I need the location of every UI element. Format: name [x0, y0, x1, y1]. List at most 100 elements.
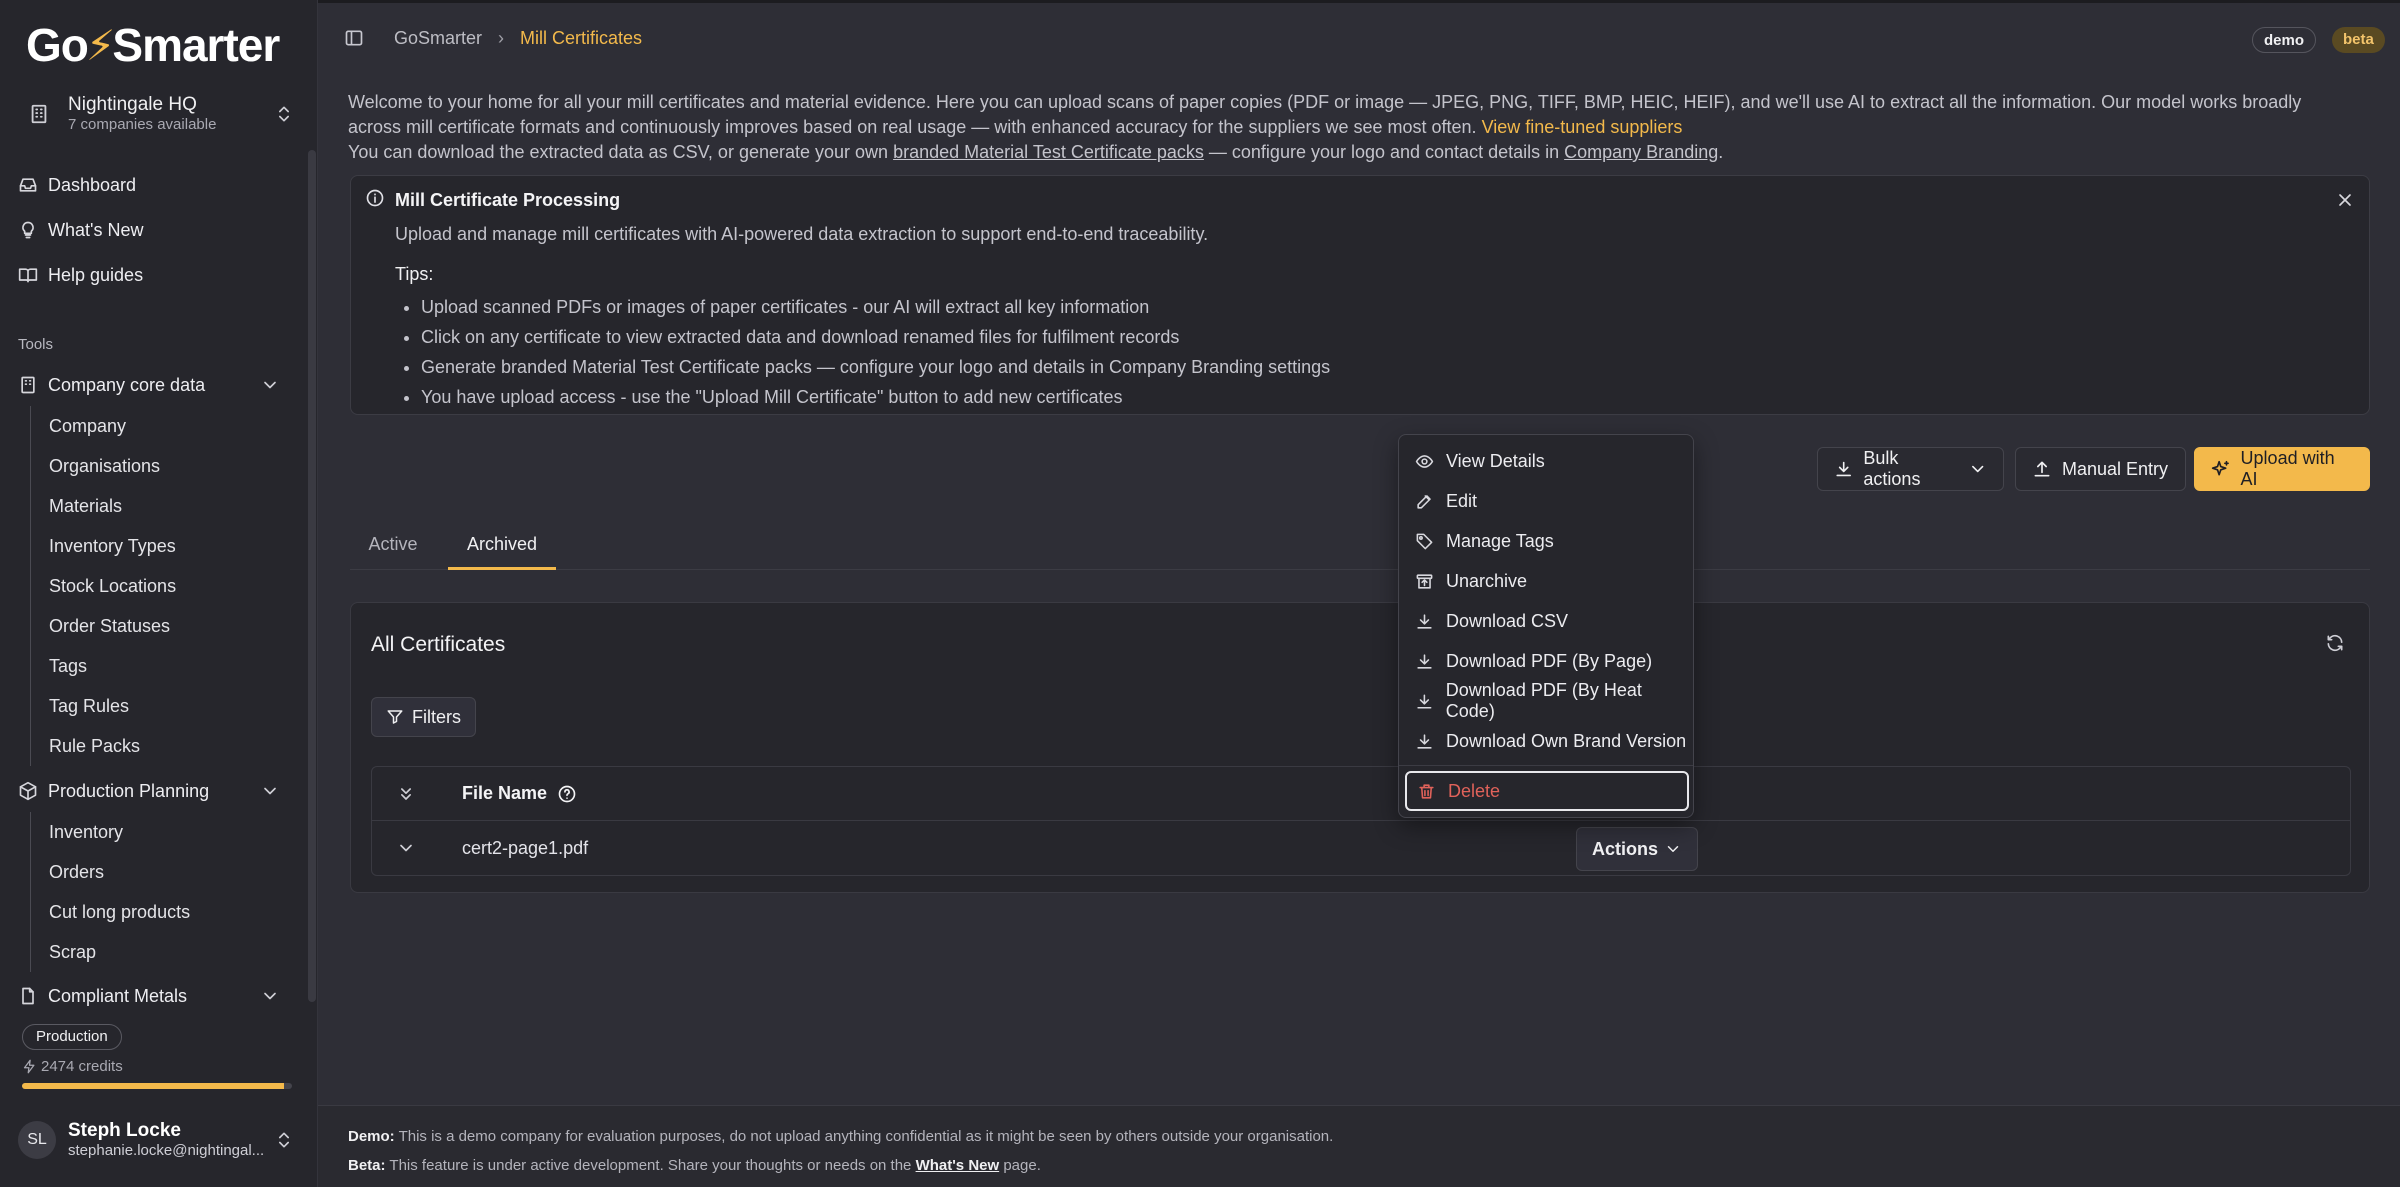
company-branding-link[interactable]: Company Branding: [1564, 142, 1718, 162]
help-circle-icon[interactable]: [557, 784, 577, 804]
menu-unarchive[interactable]: Unarchive: [1399, 561, 1693, 601]
nav-dashboard[interactable]: Dashboard: [18, 168, 136, 202]
filters-button[interactable]: Filters: [371, 697, 476, 737]
info-icon: [366, 189, 384, 207]
sidebar-item-cut-long-products[interactable]: Cut long products: [31, 892, 190, 932]
menu-download-csv-label: Download CSV: [1446, 610, 1569, 631]
filters-label: Filters: [412, 706, 461, 727]
nav-group-production-planning-label: Production Planning: [48, 780, 210, 801]
tag-icon: [1416, 533, 1433, 549]
beta-notice-label: Beta:: [348, 1157, 386, 1174]
close-icon[interactable]: [2335, 190, 2355, 210]
upload-icon: [2034, 461, 2050, 477]
app-logo[interactable]: Go ⚡ Smarter: [26, 18, 280, 72]
sidebar-item-order-statuses[interactable]: Order Statuses: [31, 606, 176, 646]
menu-download-pdf-by-page-label: Download PDF (By Page): [1446, 650, 1653, 671]
org-switcher[interactable]: Nightingale HQ 7 companies available: [18, 92, 300, 136]
package-icon: [19, 781, 37, 801]
breadcrumb-separator: ›: [498, 28, 505, 48]
menu-edit-label: Edit: [1446, 490, 1478, 511]
refresh-icon[interactable]: [2325, 633, 2345, 653]
sidebar-item-inventory[interactable]: Inventory: [31, 812, 190, 852]
tab-archived[interactable]: Archived: [448, 522, 556, 570]
certificates-table: File Name cert2-page1.pdf Actions: [371, 766, 2351, 876]
manual-entry-button[interactable]: Manual Entry: [2015, 447, 2186, 491]
sidebar-item-orders[interactable]: Orders: [31, 852, 190, 892]
menu-divider: [1399, 765, 1693, 766]
inbox-icon: [19, 178, 37, 192]
chevrons-down-icon[interactable]: [396, 784, 416, 804]
top-bar: GoSmarter › Mill Certificates demo beta: [318, 0, 2400, 74]
beta-badge: beta: [2332, 27, 2385, 53]
edit-icon: [1417, 494, 1431, 509]
menu-download-pdf-by-page[interactable]: Download PDF (By Page): [1399, 641, 1693, 681]
menu-manage-tags-label: Manage Tags: [1446, 530, 1554, 551]
breadcrumb-current: Mill Certificates: [520, 28, 643, 48]
logo-text-go: Go: [26, 19, 89, 71]
nav-group-production-planning[interactable]: Production Planning: [18, 774, 290, 808]
menu-unarchive-label: Unarchive: [1446, 570, 1528, 591]
menu-download-csv[interactable]: Download CSV: [1399, 601, 1693, 641]
menu-view-details[interactable]: View Details: [1399, 441, 1693, 481]
sidebar-toggle-icon[interactable]: [344, 28, 364, 48]
sidebar-item-scrap[interactable]: Scrap: [31, 932, 190, 972]
nav-help-guides[interactable]: Help guides: [18, 258, 143, 292]
nav-whats-new-label: What's New: [48, 219, 144, 240]
download-icon: [1417, 613, 1432, 629]
intro-text: Welcome to your home for all your mill c…: [348, 90, 2308, 165]
credits-progress-bar: [22, 1083, 292, 1089]
column-file-name-label: File Name: [462, 783, 548, 803]
sidebar-item-inventory-types[interactable]: Inventory Types: [31, 526, 176, 566]
card-title: All Certificates: [371, 633, 506, 656]
sidebar-item-rule-packs[interactable]: Rule Packs: [31, 726, 176, 766]
breadcrumb: GoSmarter › Mill Certificates: [394, 28, 642, 49]
row-actions-label: Actions: [1591, 838, 1658, 859]
tab-active[interactable]: Active: [350, 522, 436, 570]
branded-packs-link[interactable]: branded Material Test Certificate packs: [893, 142, 1204, 162]
sidebar-item-organisations[interactable]: Organisations: [31, 446, 176, 486]
user-menu[interactable]: SL Steph Locke stephanie.locke@nightinga…: [18, 1116, 300, 1164]
breadcrumb-root[interactable]: GoSmarter: [394, 28, 482, 49]
sparkles-icon: [2211, 460, 2229, 476]
book-open-icon: [18, 268, 38, 283]
beta-notice-text: This feature is under active development…: [389, 1157, 912, 1174]
demo-notice-label: Demo:: [348, 1128, 395, 1145]
sidebar-item-materials[interactable]: Materials: [31, 486, 176, 526]
filter-icon: [387, 710, 403, 724]
menu-download-own-brand[interactable]: Download Own Brand Version: [1399, 721, 1693, 761]
sidebar-item-company[interactable]: Company: [31, 406, 176, 446]
fine-tuned-suppliers-link[interactable]: View fine-tuned suppliers: [1482, 117, 1683, 137]
sidebar-scrollbar[interactable]: [308, 150, 316, 1002]
bulk-actions-button[interactable]: Bulk actions: [1817, 447, 2004, 491]
eye-icon: [1415, 454, 1434, 468]
org-name: Nightingale HQ: [68, 94, 197, 115]
user-name: Steph Locke: [68, 1120, 181, 1141]
row-file-name[interactable]: cert2-page1.pdf: [462, 838, 588, 859]
menu-edit[interactable]: Edit: [1399, 481, 1693, 521]
sidebar: Go ⚡ Smarter Nightingale HQ 7 companies av…: [0, 0, 318, 1187]
menu-delete[interactable]: Delete: [1405, 771, 1689, 811]
logo-text-smarter: Smarter: [112, 19, 280, 71]
row-actions-button[interactable]: Actions: [1576, 827, 1698, 871]
menu-view-details-label: View Details: [1446, 450, 1545, 471]
production-planning-list: Inventory Orders Cut long products Scrap: [30, 812, 190, 972]
upload-with-ai-button[interactable]: Upload with AI: [2194, 447, 2370, 491]
table-row[interactable]: cert2-page1.pdf Actions: [372, 821, 2350, 875]
nav-dashboard-label: Dashboard: [48, 174, 137, 195]
menu-manage-tags[interactable]: Manage Tags: [1399, 521, 1693, 561]
nav-help-guides-label: Help guides: [48, 264, 144, 285]
sidebar-item-tag-rules[interactable]: Tag Rules: [31, 686, 176, 726]
nav-group-compliant-metals[interactable]: Compliant Metals: [18, 979, 290, 1013]
sidebar-item-stock-locations[interactable]: Stock Locations: [31, 566, 176, 606]
page-footer: Demo: This is a demo company for evaluat…: [318, 1105, 2400, 1187]
column-file-name[interactable]: File Name: [462, 783, 577, 804]
chevron-down-icon[interactable]: [396, 838, 416, 858]
nav-whats-new[interactable]: What's New: [18, 213, 143, 247]
tip-item: Click on any certificate to view extract…: [421, 322, 1330, 352]
menu-download-pdf-by-heat-code[interactable]: Download PDF (By Heat Code): [1399, 680, 1693, 721]
whats-new-link[interactable]: What's New: [916, 1157, 1000, 1174]
sidebar-item-tags[interactable]: Tags: [31, 646, 176, 686]
nav-group-company-core[interactable]: Company core data: [18, 368, 290, 402]
beta-notice-end: page.: [1003, 1157, 1041, 1174]
chevron-down-icon: [264, 787, 276, 795]
